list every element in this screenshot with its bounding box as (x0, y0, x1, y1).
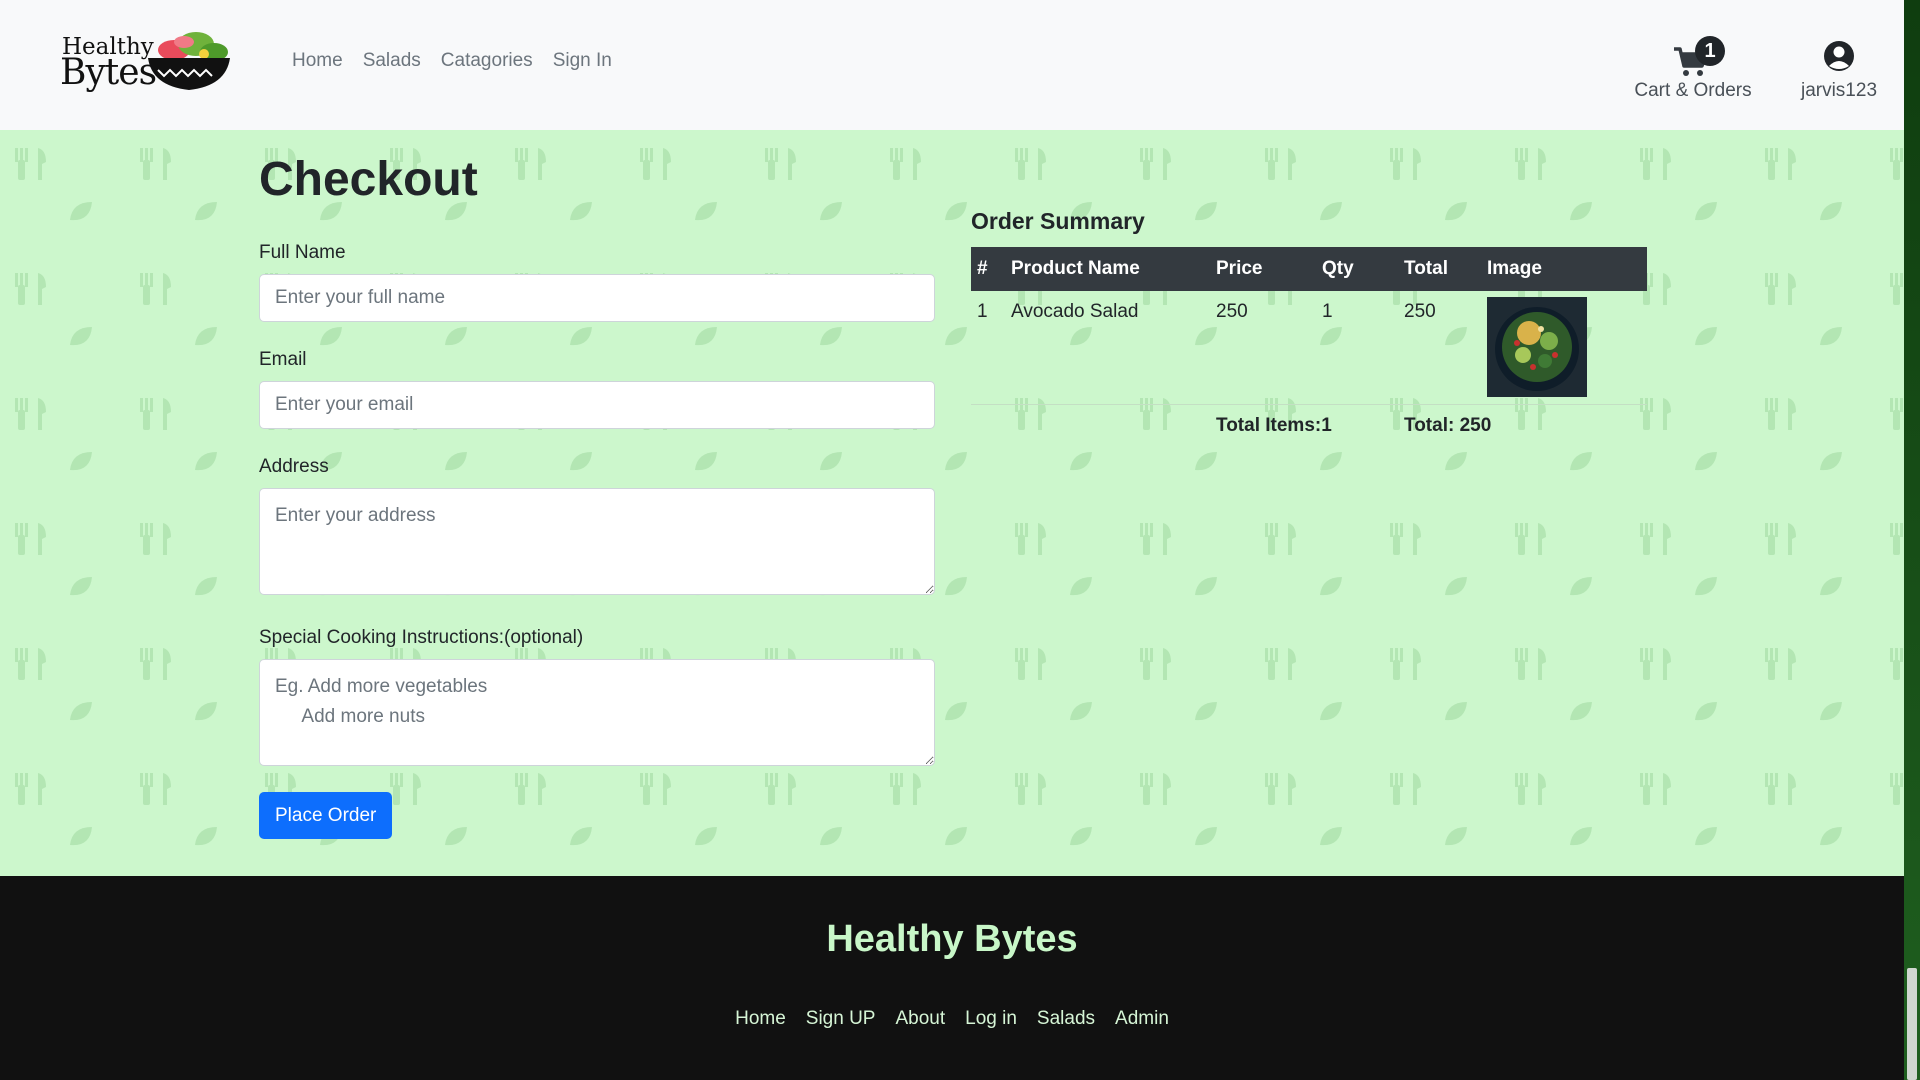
footer: Healthy Bytes Home Sign UP About Log in … (0, 876, 1904, 1080)
user-icon-wrap (1819, 36, 1859, 80)
item-total: 250 (1404, 301, 1436, 322)
page-title: Checkout (259, 153, 478, 206)
address-group: Address (259, 456, 935, 600)
footer-brand: Healthy Bytes (826, 918, 1078, 960)
footer-link-about[interactable]: About (895, 1008, 945, 1030)
item-price: 250 (1216, 301, 1248, 322)
main-content: Checkout Full Name Email Address Special… (0, 130, 1904, 876)
address-label: Address (259, 456, 329, 477)
brand-word-bytes: Bytes (60, 52, 157, 93)
cart-label: Cart & Orders (1634, 80, 1752, 101)
col-index: # (977, 258, 988, 279)
full-name-label: Full Name (259, 242, 346, 263)
order-summary: Order Summary # Product Name Price Qty T… (971, 208, 1647, 443)
user-circle-icon (1824, 41, 1854, 71)
footer-link-home[interactable]: Home (735, 1008, 786, 1030)
checkout-form: Full Name Email Address Special Cooking … (259, 242, 935, 839)
nav-right: 1 Cart & Orders jarvis123 (1618, 36, 1904, 102)
main-nav: Home Salads Catagories Sign In (292, 50, 612, 72)
footer-link-admin[interactable]: Admin (1115, 1008, 1169, 1030)
place-order-button[interactable]: Place Order (259, 792, 393, 839)
navbar: Healthy Bytes Home Salads Catagories Sig… (0, 0, 1904, 130)
nav-sign-in[interactable]: Sign In (553, 50, 612, 72)
col-qty: Qty (1322, 258, 1354, 279)
col-price: Price (1216, 258, 1263, 279)
full-name-group: Full Name (259, 242, 935, 322)
col-image: Image (1487, 258, 1542, 279)
page-scrollbar[interactable] (1904, 0, 1920, 1080)
checkout-container: Checkout Full Name Email Address Special… (259, 130, 1649, 876)
user-account-link[interactable]: jarvis123 (1794, 36, 1884, 102)
total-items: Total Items:1 (1216, 414, 1332, 436)
instructions-label: Special Cooking Instructions:(optional) (259, 627, 584, 648)
nav-catagories[interactable]: Catagories (441, 50, 533, 72)
email-label: Email (259, 349, 307, 370)
full-name-input[interactable] (259, 274, 935, 322)
username-label: jarvis123 (1800, 80, 1878, 101)
col-total: Total (1404, 258, 1448, 279)
instructions-textarea[interactable] (259, 659, 935, 766)
brand-logo[interactable]: Healthy Bytes (58, 28, 236, 98)
scrollbar-thumb[interactable] (1907, 968, 1917, 1080)
order-table-header: # Product Name Price Qty Total Image (971, 247, 1647, 291)
order-table: # Product Name Price Qty Total Image 1 A… (971, 247, 1647, 443)
footer-nav: Home Sign UP About Log in Salads Admin (0, 1008, 1904, 1030)
footer-link-sign-up[interactable]: Sign UP (806, 1008, 876, 1030)
page: Healthy Bytes Home Salads Catagories Sig… (0, 0, 1904, 1080)
item-index: 1 (977, 301, 988, 322)
email-group: Email (259, 349, 935, 429)
item-image-cell (1481, 291, 1647, 404)
order-summary-title: Order Summary (971, 208, 1145, 234)
footer-link-log-in[interactable]: Log in (965, 1008, 1017, 1030)
item-qty: 1 (1322, 301, 1333, 322)
table-row: 1 Avocado Salad 250 1 250 (971, 291, 1647, 404)
item-name: Avocado Salad (1011, 301, 1139, 322)
address-textarea[interactable] (259, 488, 935, 595)
grand-total: Total: 250 (1404, 414, 1492, 436)
nav-home[interactable]: Home (292, 50, 343, 72)
cart-count-badge: 1 (1695, 36, 1725, 66)
cart-orders-link[interactable]: 1 Cart & Orders (1618, 36, 1768, 102)
footer-link-salads[interactable]: Salads (1037, 1008, 1095, 1030)
col-product-name: Product Name (1011, 258, 1140, 279)
avocado-salad-image (1487, 297, 1587, 397)
email-input[interactable] (259, 381, 935, 429)
nav-salads[interactable]: Salads (363, 50, 421, 72)
instructions-group: Special Cooking Instructions:(optional) (259, 627, 935, 771)
cart-icon-wrap: 1 (1673, 36, 1725, 80)
salad-bowl-icon (148, 32, 230, 90)
totals-row: Total Items:1 Total: 250 (971, 404, 1647, 443)
